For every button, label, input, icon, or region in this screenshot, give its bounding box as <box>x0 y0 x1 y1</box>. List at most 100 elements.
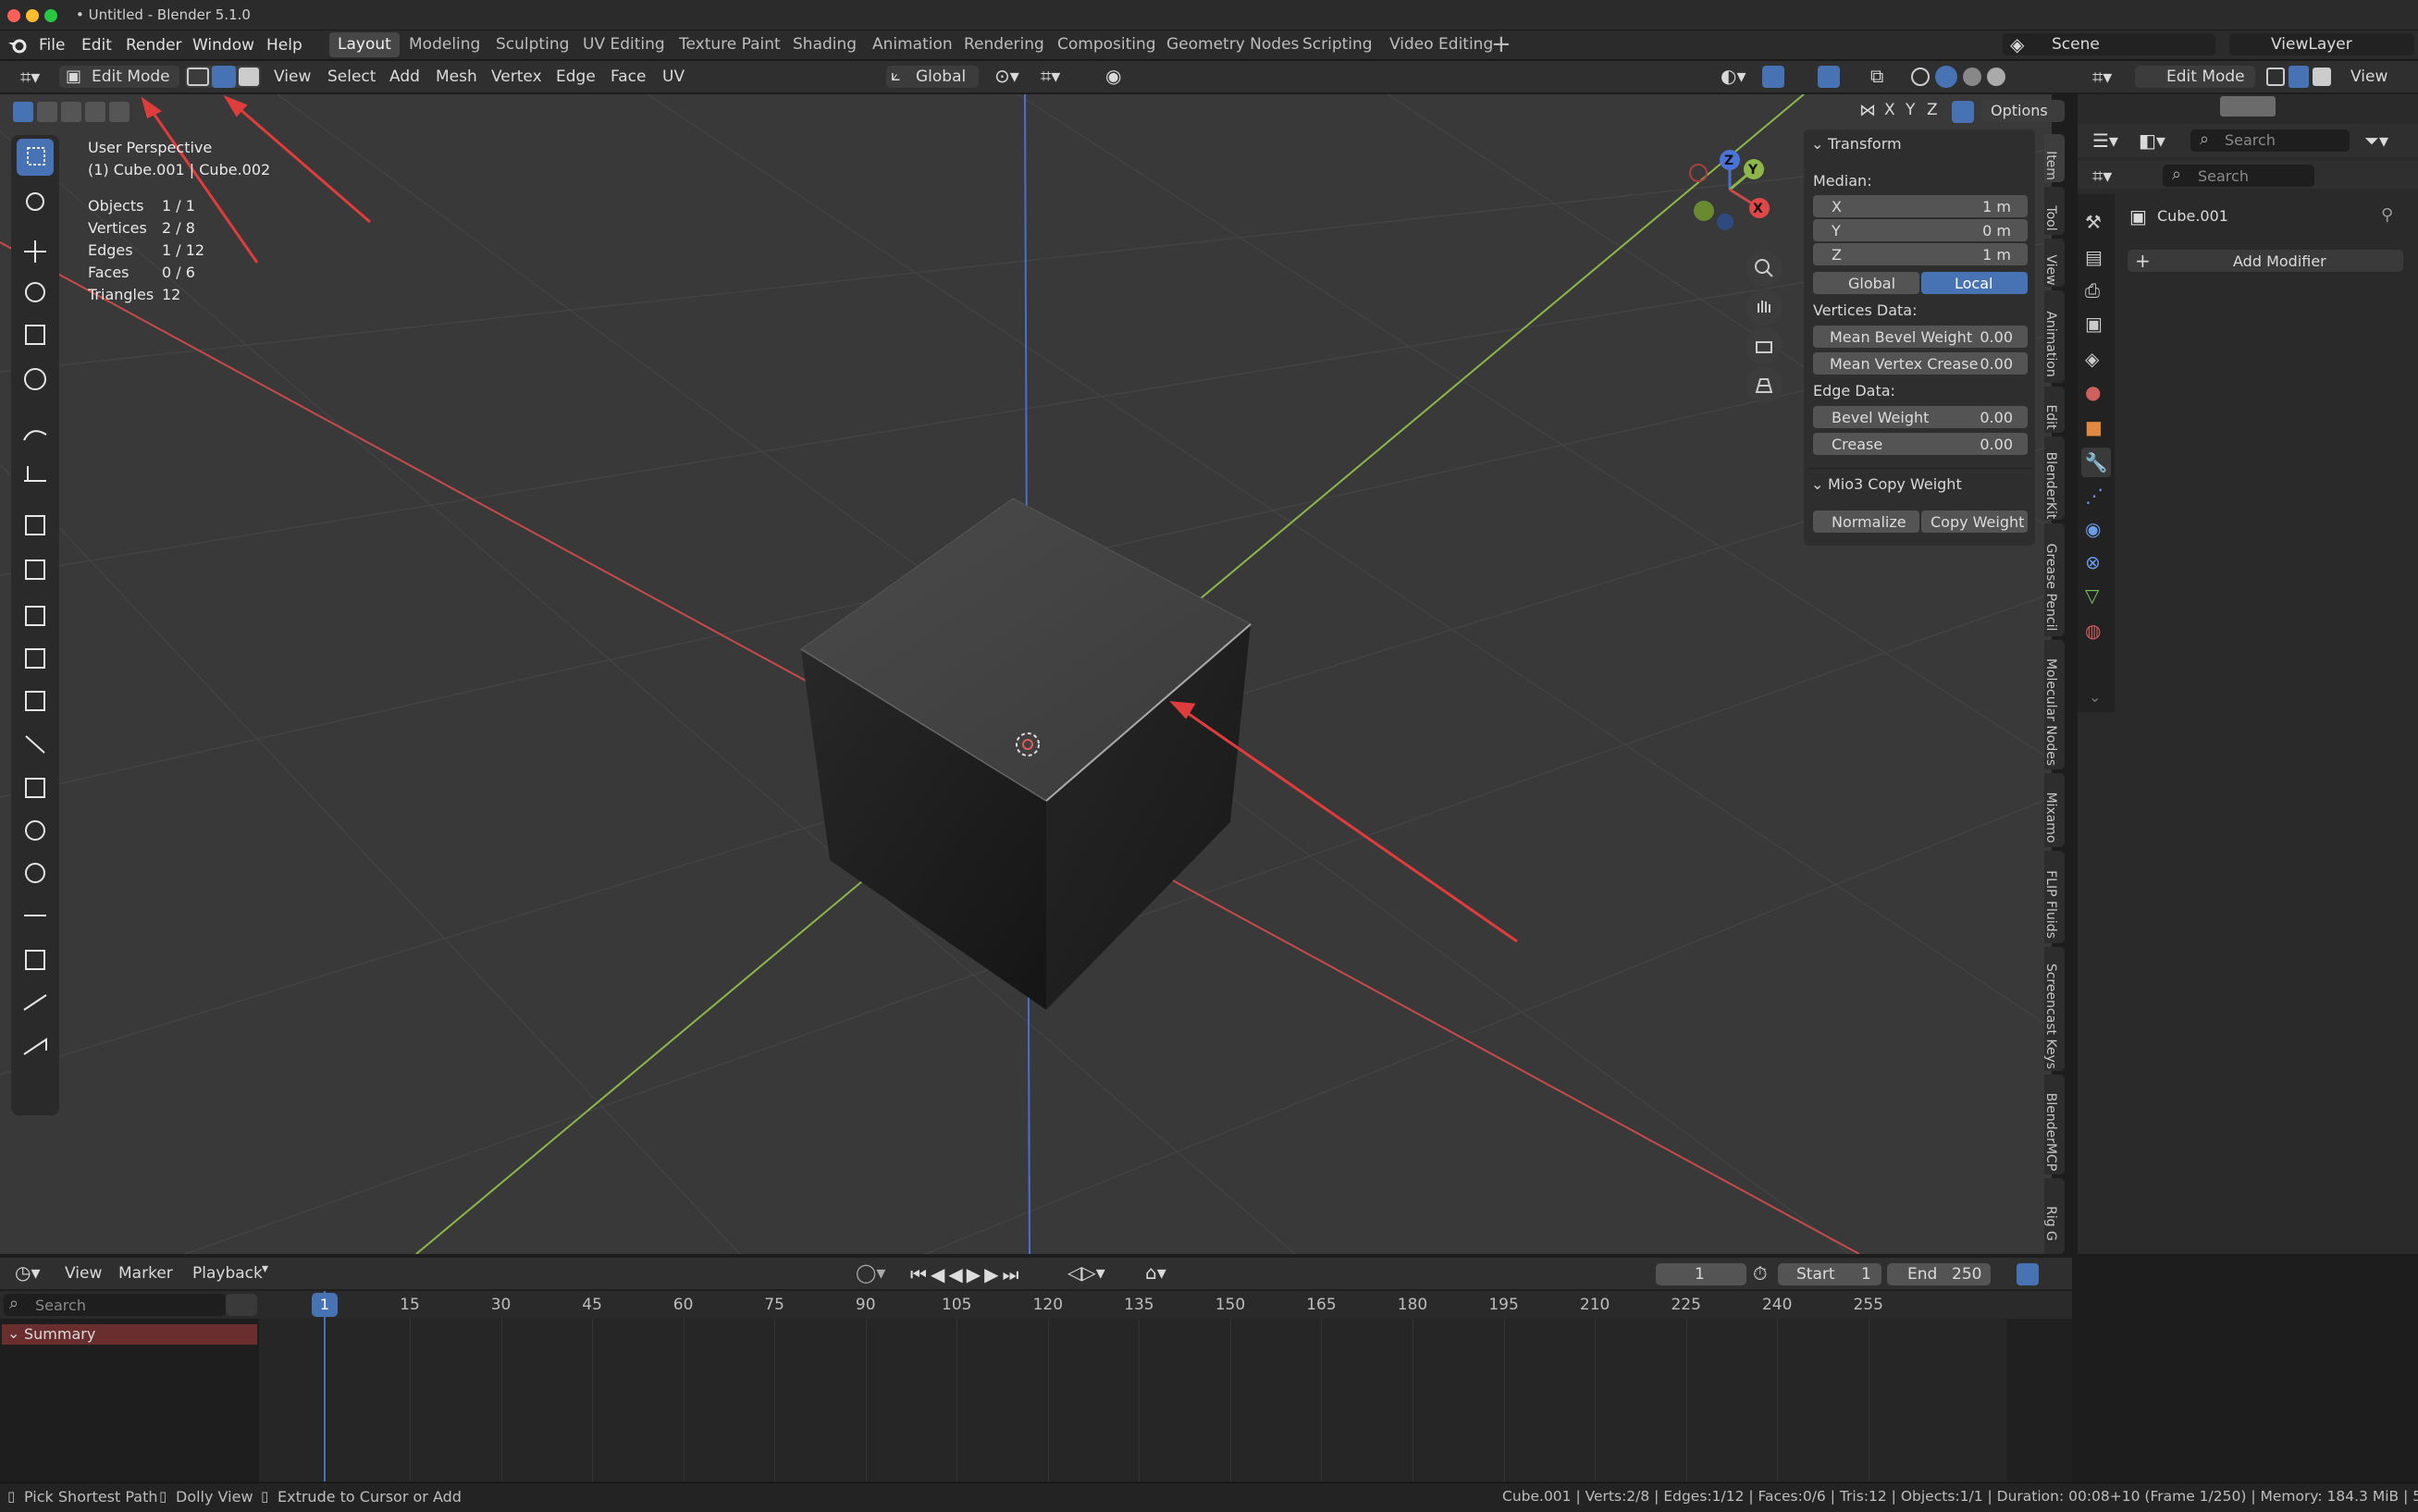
timeline-menu-view[interactable]: View <box>65 1264 102 1283</box>
loop-cut-tool-icon[interactable] <box>17 682 54 719</box>
mirror-axis-z[interactable]: Z <box>1927 101 1938 119</box>
mirror-axis-x[interactable]: X <box>1884 101 1895 119</box>
poly-build-tool-icon[interactable] <box>17 769 54 806</box>
outliner-editor-icon[interactable]: ☰▾ <box>2092 129 2118 152</box>
output-properties-icon[interactable]: ⎙ <box>2085 279 2107 301</box>
rotate-tool-icon[interactable] <box>17 274 54 311</box>
face-select-icon[interactable] <box>239 68 259 86</box>
menu-edit[interactable]: Edit <box>81 34 112 56</box>
swap-channels-icon[interactable] <box>226 1294 257 1316</box>
median-z-field[interactable]: Z 1 m <box>1813 243 2028 265</box>
workspace-tab-scripting[interactable]: Scripting <box>1294 32 1381 57</box>
more-tabs-chevron-icon[interactable]: ⌄ <box>2089 688 2111 710</box>
mirror-axis-y[interactable]: Y <box>1906 101 1915 119</box>
workspace-tab-compositing[interactable]: Compositing <box>1049 32 1165 57</box>
scene-properties-icon[interactable]: ◈ <box>2085 348 2107 370</box>
timeline-editor-icon[interactable]: ◷▾ <box>15 1261 41 1284</box>
pivot-point-icon[interactable]: ⊙▾ <box>994 65 1019 87</box>
copy-weight-button[interactable]: Copy Weight <box>1921 510 2028 533</box>
header-menu-uv[interactable]: UV <box>662 68 685 86</box>
header-menu-select[interactable]: Select <box>327 68 376 86</box>
view-layer-properties-icon[interactable]: ▣ <box>2085 313 2107 335</box>
timeline-menu-playback[interactable]: Playback <box>192 1264 263 1283</box>
pan-view-icon[interactable] <box>1746 289 1783 326</box>
normalize-button[interactable]: Normalize <box>1813 510 1919 533</box>
solid-shading-icon[interactable] <box>1935 66 1957 88</box>
inset-tool-icon[interactable] <box>17 597 54 634</box>
timeline-tracks[interactable] <box>259 1319 2007 1481</box>
median-x-field[interactable]: X 1 m <box>1813 195 2028 217</box>
spin-tool-icon[interactable] <box>17 812 54 849</box>
timeline-overlay-icon[interactable] <box>2017 1263 2039 1285</box>
workspace-tab-texture-paint[interactable]: Texture Paint <box>671 32 789 57</box>
menu-file[interactable]: File <box>39 34 65 56</box>
physics-properties-icon[interactable]: ◉ <box>2085 518 2107 540</box>
right-vertex-select-icon[interactable] <box>2266 68 2285 86</box>
mean-vertex-crease-field[interactable]: Mean Vertex Crease 0.00 <box>1813 352 2028 375</box>
particles-properties-icon[interactable]: ⋰ <box>2085 485 2107 507</box>
vertex-select-icon[interactable] <box>187 68 209 86</box>
header-menu-add[interactable]: Add <box>389 68 420 86</box>
select-subtract-icon[interactable] <box>61 102 81 122</box>
select-invert-icon[interactable] <box>85 102 105 122</box>
perspective-toggle-icon[interactable] <box>1746 366 1783 403</box>
camera-view-icon[interactable] <box>1746 327 1783 364</box>
proportional-edit-icon[interactable]: ◉ <box>1105 65 1121 87</box>
workspace-tab-sculpting[interactable]: Sculpting <box>487 32 577 57</box>
summary-collapse-icon[interactable]: ⌄ <box>7 1324 19 1342</box>
render-properties-icon[interactable]: ▤ <box>2085 246 2107 268</box>
editor-type-icon[interactable]: ⌗▾ <box>20 66 40 88</box>
select-extend-icon[interactable] <box>37 102 57 122</box>
sidebar-tab-blendermcp[interactable]: BlenderMCP <box>2043 1075 2065 1174</box>
right-edge-select-icon[interactable] <box>2288 66 2309 88</box>
workspace-tab-video-editing[interactable]: Video Editing <box>1381 32 1501 57</box>
local-toggle-button[interactable]: Local <box>1921 272 2028 294</box>
rip-tool-icon[interactable] <box>17 1026 54 1063</box>
pin-icon[interactable]: ⚲ <box>2381 205 2393 225</box>
display-mode-icon[interactable]: ◧▾ <box>2139 129 2165 152</box>
zoom-window-button[interactable] <box>44 9 57 22</box>
auto-key-icon[interactable]: ⌂▾ <box>1145 1261 1166 1284</box>
sidebar-tab-screencast-keys[interactable]: Screencast Keys <box>2043 947 2065 1071</box>
sidebar-tab-blenderkit[interactable]: BlenderKit <box>2043 436 2065 520</box>
xray-toggle-icon[interactable]: ⧉ <box>1870 65 1883 87</box>
workspace-tab-rendering[interactable]: Rendering <box>956 32 1053 57</box>
data-properties-icon[interactable]: ▽ <box>2085 584 2107 607</box>
bevel-weight-field[interactable]: Bevel Weight 0.00 <box>1813 406 2028 428</box>
scale-tool-icon[interactable] <box>17 318 54 355</box>
playback-controls[interactable]: ⏮◀◀▶▶⏭ <box>910 1263 1058 1285</box>
move-tool-icon[interactable] <box>17 231 54 268</box>
sidebar-tab-item[interactable]: Item <box>2043 134 2065 182</box>
sidebar-tab-tool[interactable]: Tool <box>2043 187 2065 235</box>
global-toggle-button[interactable]: Global <box>1813 272 1919 294</box>
auto-merge-icon[interactable] <box>1952 101 1974 123</box>
tool-properties-icon[interactable]: ⚒ <box>2085 211 2107 233</box>
mio-collapse-icon[interactable]: ⌄ <box>1811 475 1823 493</box>
record-icon[interactable]: ◯▾ <box>856 1261 885 1284</box>
world-properties-icon[interactable]: ● <box>2085 381 2107 403</box>
select-new-icon[interactable] <box>13 102 33 122</box>
edge-select-icon[interactable] <box>212 66 236 88</box>
shear-tool-icon[interactable] <box>17 984 54 1021</box>
select-box-tool-icon[interactable] <box>17 139 54 176</box>
sidebar-tab-view[interactable]: View <box>2043 239 2065 287</box>
edge-slide-tool-icon[interactable] <box>17 897 54 934</box>
header-menu-vertex[interactable]: Vertex <box>491 68 542 86</box>
modifier-properties-icon[interactable]: 🔧 <box>2081 448 2111 477</box>
sidebar-tab-flip-fluids[interactable]: FLIP Fluids <box>2043 851 2065 943</box>
sidebar-tab-edit[interactable]: Edit <box>2043 387 2065 433</box>
sidebar-tab-molecular-nodes[interactable]: Molecular Nodes <box>2043 640 2065 769</box>
object-properties-icon[interactable]: ■ <box>2085 416 2107 438</box>
zoom-view-icon[interactable] <box>1746 250 1783 287</box>
preview-range-icon[interactable]: ⏱ <box>1753 1262 1768 1285</box>
workspace-tab-animation[interactable]: Animation <box>864 32 961 57</box>
menu-render[interactable]: Render <box>126 34 182 56</box>
gizmo-toggle-icon[interactable] <box>1762 66 1784 88</box>
header-menu-view[interactable]: View <box>274 68 311 86</box>
measure-tool-icon[interactable] <box>17 455 54 492</box>
workspace-tab-uv-editing[interactable]: UV Editing <box>574 32 673 57</box>
blender-logo-icon[interactable] <box>7 37 28 54</box>
wireframe-shading-icon[interactable] <box>1911 68 1930 86</box>
crease-field[interactable]: Crease 0.00 <box>1813 433 2028 455</box>
playhead-frame-badge[interactable]: 1 <box>312 1293 338 1317</box>
